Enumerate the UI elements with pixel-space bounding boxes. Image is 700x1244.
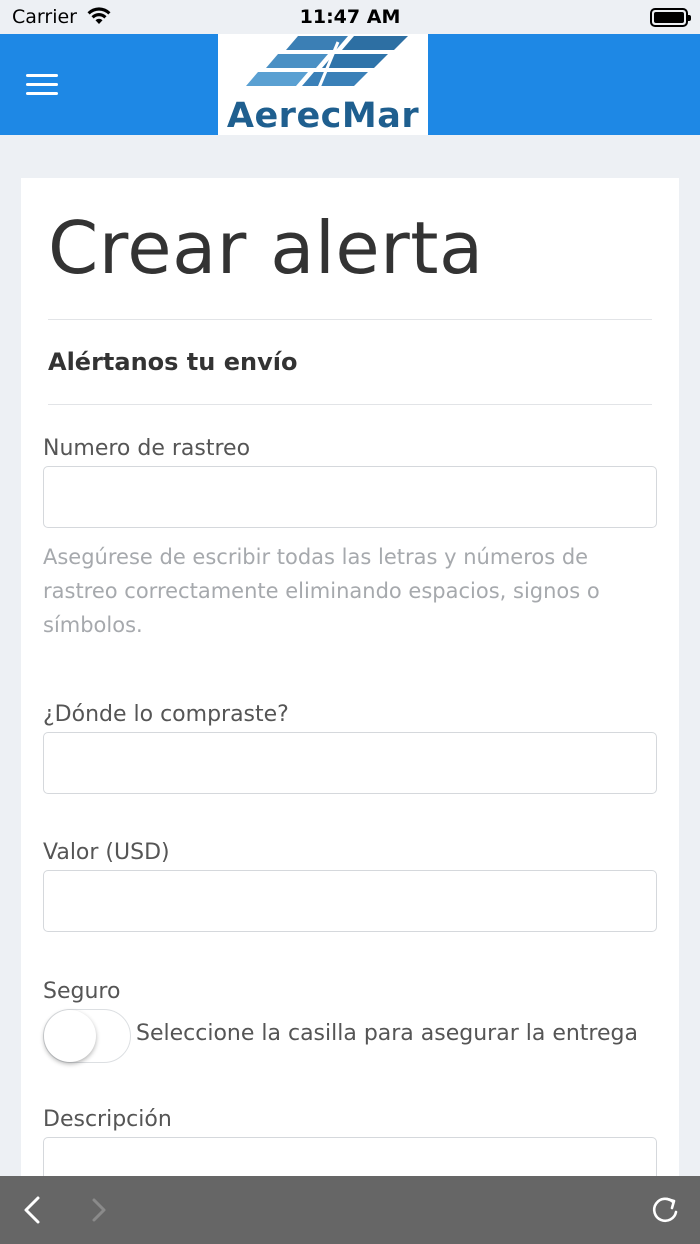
value-usd-input[interactable]	[43, 870, 657, 932]
create-alert-card: Crear alerta Alértanos tu envío Numero d…	[21, 178, 679, 1199]
page-title: Crear alerta	[48, 206, 484, 290]
section-subtitle: Alértanos tu envío	[48, 348, 298, 376]
tracking-help-text: Asegúrese de escribir todas las letras y…	[43, 545, 600, 637]
tracking-number-label: Numero de rastreo	[43, 436, 251, 461]
browser-toolbar	[0, 1176, 700, 1244]
battery-icon	[650, 8, 691, 27]
toggle-knob	[44, 1010, 96, 1062]
logo-text: AerecMar	[226, 96, 420, 135]
value-usd-label: Valor (USD)	[43, 840, 170, 865]
tracking-number-input[interactable]	[43, 466, 657, 528]
insurance-toggle-text: Seleccione la casilla para asegurar la e…	[136, 1021, 638, 1046]
hamburger-menu-icon[interactable]	[22, 68, 62, 102]
header-bar: AerecMar	[0, 34, 700, 135]
brand-logo[interactable]: AerecMar	[218, 34, 428, 135]
purchase-place-label: ¿Dónde lo compraste?	[43, 702, 289, 727]
chevron-right-icon[interactable]	[78, 1190, 118, 1230]
status-bar: Carrier 11:47 AM	[0, 0, 700, 34]
divider	[48, 319, 652, 320]
insurance-label: Seguro	[43, 979, 121, 1004]
reload-icon[interactable]	[645, 1190, 685, 1230]
clock: 11:47 AM	[299, 6, 401, 28]
insurance-toggle[interactable]	[43, 1009, 131, 1063]
description-label: Descripción	[43, 1107, 172, 1132]
purchase-place-input[interactable]	[43, 732, 657, 794]
divider	[48, 404, 652, 405]
chevron-left-icon[interactable]	[14, 1190, 54, 1230]
